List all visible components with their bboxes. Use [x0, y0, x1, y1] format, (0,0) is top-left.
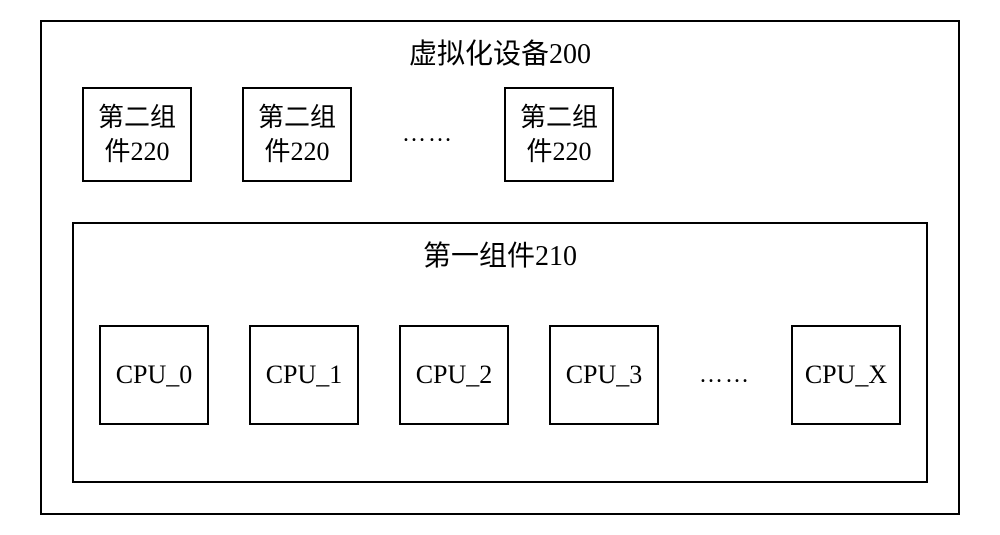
outer-title: 虚拟化设备200 [72, 32, 928, 72]
first-component-container: 第一组件210 CPU_0 CPU_1 CPU_2 CPU_3 …… CPU_X [72, 222, 928, 483]
cpu-box: CPU_X [791, 325, 901, 425]
ellipsis-text: …… [402, 121, 454, 148]
second-components-row: 第二组件220 第二组件220 …… 第二组件220 [72, 87, 928, 182]
cpu-box: CPU_1 [249, 325, 359, 425]
cpu-row: CPU_0 CPU_1 CPU_2 CPU_3 …… CPU_X [99, 294, 901, 456]
second-component-box: 第二组件220 [504, 87, 614, 182]
cpu-box: CPU_3 [549, 325, 659, 425]
virtualization-device-container: 虚拟化设备200 第二组件220 第二组件220 …… 第二组件220 第一组件… [40, 20, 960, 515]
second-component-box: 第二组件220 [82, 87, 192, 182]
ellipsis-text: …… [699, 362, 751, 389]
cpu-box: CPU_2 [399, 325, 509, 425]
inner-title: 第一组件210 [99, 234, 901, 274]
second-component-box: 第二组件220 [242, 87, 352, 182]
cpu-box: CPU_0 [99, 325, 209, 425]
